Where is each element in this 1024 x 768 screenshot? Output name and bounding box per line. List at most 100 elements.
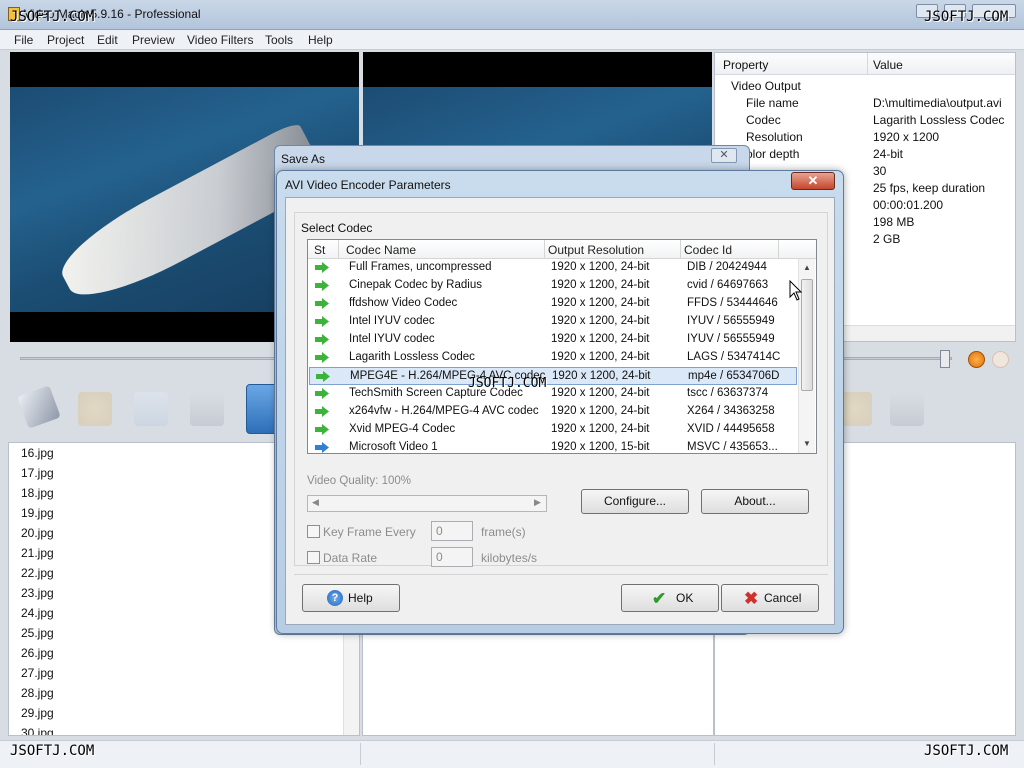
codec-row[interactable]: MPEG4E - H.264/MPEG-4 AVC codec 1920 x 12… [309, 367, 797, 385]
info-icon[interactable] [134, 392, 168, 426]
video-quality-label: Video Quality: 100% [307, 475, 411, 487]
list-item[interactable]: 30.jpg [21, 726, 54, 735]
key-frame-input[interactable]: 0 [431, 521, 473, 541]
timeline-thumb[interactable] [940, 350, 950, 368]
dialog-body: Select Codec St Codec Name Output Resolu… [285, 197, 835, 625]
about-button[interactable]: About... [701, 489, 809, 514]
green-arrow-icon [316, 371, 330, 382]
trash-icon-right[interactable] [890, 392, 924, 426]
col-codec-name[interactable]: Codec Name [346, 243, 416, 257]
codec-resolution: 1920 x 1200, 24-bit [551, 261, 650, 273]
codec-row[interactable]: Microsoft Video 1 1920 x 1200, 15-bit MSVC… [309, 439, 797, 457]
blue-arrow-icon [315, 442, 329, 453]
scissors-icon[interactable] [78, 392, 112, 426]
codec-name: Cinepak Codec by Radius [349, 279, 482, 291]
property-header: Property Value [715, 53, 1015, 75]
green-arrow-icon [315, 298, 329, 309]
codec-name: Xvid MPEG-4 Codec [349, 423, 456, 435]
status-bar [0, 740, 1024, 768]
menu-tools[interactable]: Tools [265, 33, 293, 47]
list-item[interactable]: 23.jpg [21, 586, 54, 600]
list-item[interactable]: 16.jpg [21, 446, 54, 460]
col-codec-id[interactable]: Codec Id [684, 243, 732, 257]
property-row[interactable]: Resolution 1920 x 1200 [715, 130, 1015, 147]
list-item[interactable]: 25.jpg [21, 626, 54, 640]
codec-row[interactable]: Intel IYUV codec 1920 x 1200, 24-bit IYUV … [309, 313, 797, 331]
green-arrow-icon [315, 388, 329, 399]
data-rate-checkbox[interactable] [307, 551, 320, 564]
property-row[interactable]: Codec Lagarith Lossless Codec [715, 113, 1015, 130]
menu-file[interactable]: File [14, 33, 33, 47]
menu-edit[interactable]: Edit [97, 33, 118, 47]
data-rate-input[interactable]: 0 [431, 547, 473, 567]
codec-id: cvid / 64697663 [687, 279, 769, 291]
menu-preview[interactable]: Preview [132, 33, 175, 47]
list-item[interactable]: 27.jpg [21, 666, 54, 680]
header-property: Property [723, 58, 769, 72]
help-button[interactable]: ? Help [302, 584, 400, 612]
green-arrow-icon [315, 316, 329, 327]
codec-row[interactable]: TechSmith Screen Capture Codec 1920 x 120… [309, 385, 797, 403]
list-item[interactable]: 17.jpg [21, 466, 54, 480]
save-as-title: Save As [281, 152, 326, 166]
save-as-close-button[interactable]: ✕ [711, 148, 737, 163]
ok-button[interactable]: ✔ OK [621, 584, 719, 612]
list-item[interactable]: 28.jpg [21, 686, 54, 700]
codec-id: X264 / 34363258 [687, 405, 775, 417]
codec-row[interactable]: Full Frames, uncompressed 1920 x 1200, 24… [309, 259, 797, 277]
codec-name: Full Frames, uncompressed [349, 261, 492, 273]
codec-row[interactable]: Xvid MPEG-4 Codec 1920 x 1200, 24-bit XVID… [309, 421, 797, 439]
configure-button[interactable]: Configure... [581, 489, 689, 514]
codec-id: IYUV / 56555949 [687, 333, 775, 345]
dialog-title: AVI Video Encoder Parameters [285, 178, 451, 192]
key-frame-label: Key Frame Every [323, 525, 416, 539]
list-item[interactable]: 29.jpg [21, 706, 54, 720]
stop-icon[interactable] [992, 351, 1009, 368]
record-icon[interactable] [968, 351, 985, 368]
cancel-button[interactable]: ✖ Cancel [721, 584, 819, 612]
green-arrow-icon [315, 280, 329, 291]
key-frame-unit: frame(s) [481, 525, 526, 539]
codec-resolution: 1920 x 1200, 24-bit [551, 387, 650, 399]
codec-name: Microsoft Video 1 [349, 441, 438, 453]
codec-row[interactable]: Lagarith Lossless Codec 1920 x 1200, 24-b… [309, 349, 797, 367]
title-bar: Video Mach 5.9.16 - Professional [0, 0, 1024, 30]
watermark-bottom-right: JSOFTJ.COM [924, 743, 1009, 759]
eraser-icon[interactable] [17, 385, 61, 429]
timeline-slider-right[interactable] [842, 357, 952, 360]
property-row[interactable]: File name D:\multimedia\output.avi [715, 96, 1015, 113]
col-output-resolution[interactable]: Output Resolution [548, 243, 644, 257]
list-item[interactable]: 20.jpg [21, 526, 54, 540]
list-item[interactable]: 18.jpg [21, 486, 54, 500]
property-group[interactable]: Video Output [715, 79, 1015, 96]
watermark-top-left: JSOFTJ.COM [10, 9, 95, 25]
video-quality-slider[interactable]: ◀ ▶ [307, 495, 547, 512]
property-row[interactable]: olor depth 24-bit [715, 147, 1015, 164]
green-arrow-icon [315, 352, 329, 363]
codec-id: LAGS / 5347414C [687, 351, 781, 363]
list-item[interactable]: 21.jpg [21, 546, 54, 560]
codec-resolution: 1920 x 1200, 24-bit [551, 351, 650, 363]
trash-icon[interactable] [190, 392, 224, 426]
menu-video-filters[interactable]: Video Filters [187, 33, 253, 47]
watermark-top-right: JSOFTJ.COM [924, 9, 1009, 25]
list-item[interactable]: 24.jpg [21, 606, 54, 620]
list-item[interactable]: 22.jpg [21, 566, 54, 580]
list-item[interactable]: 26.jpg [21, 646, 54, 660]
key-frame-checkbox[interactable] [307, 525, 320, 538]
codec-id: mp4e / 6534706D [688, 370, 780, 382]
codec-resolution: 1920 x 1200, 24-bit [551, 405, 650, 417]
cancel-x-icon: ✖ [744, 589, 759, 608]
data-rate-label: Data Rate [323, 551, 378, 565]
codec-row[interactable]: x264vfw - H.264/MPEG-4 AVC codec 1920 x 1… [309, 403, 797, 421]
codec-row[interactable]: ffdshow Video Codec 1920 x 1200, 24-bit FF… [309, 295, 797, 313]
col-status[interactable]: St [314, 243, 325, 257]
codec-row[interactable]: Intel IYUV codec 1920 x 1200, 24-bit IYUV … [309, 331, 797, 349]
codec-row[interactable]: Cinepak Codec by Radius 1920 x 1200, 24-b… [309, 277, 797, 295]
dialog-close-button[interactable]: ✕ [791, 172, 835, 190]
check-icon: ✔ [652, 589, 667, 608]
list-item[interactable]: 19.jpg [21, 506, 54, 520]
menu-help[interactable]: Help [308, 33, 333, 47]
avi-encoder-dialog: AVI Video Encoder Parameters ✕ Select Co… [276, 170, 844, 634]
menu-project[interactable]: Project [47, 33, 84, 47]
